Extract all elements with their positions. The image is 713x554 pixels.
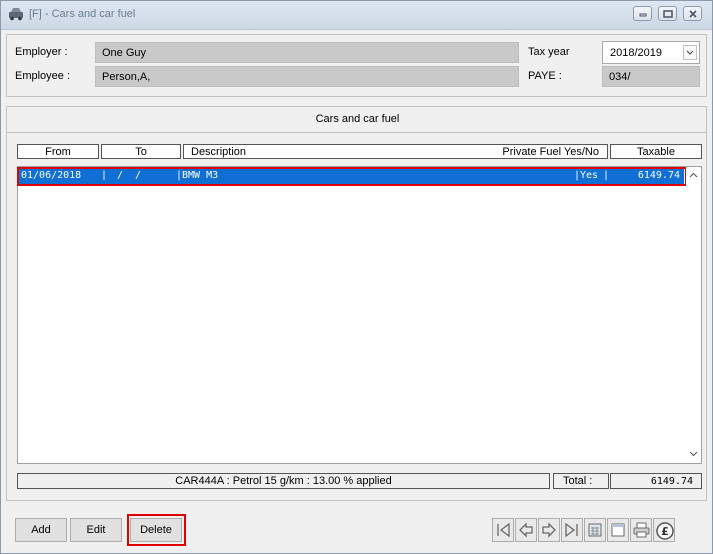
maximize-button[interactable]	[658, 6, 677, 21]
paye-label: PAYE :	[528, 70, 562, 82]
cars-window: [F] - Cars and car fuel Employer : One G…	[0, 0, 713, 554]
column-header-to[interactable]: To	[101, 144, 181, 159]
first-record-icon	[497, 522, 510, 538]
print-icon	[633, 522, 650, 538]
chevron-down-icon[interactable]	[683, 45, 697, 60]
column-header-description-label: Description	[191, 146, 247, 158]
employer-field: One Guy	[95, 42, 519, 63]
minimize-button[interactable]	[633, 6, 652, 21]
first-record-button[interactable]	[492, 518, 514, 542]
tax-year-value: 2018/2019	[610, 47, 662, 59]
divider	[7, 132, 706, 133]
column-header-private-fuel[interactable]: Private Fuel Yes/No	[502, 146, 599, 158]
title-bar[interactable]: [F] - Cars and car fuel	[1, 1, 712, 30]
total-label: Total :	[553, 473, 609, 489]
total-value: 6149.74	[610, 473, 702, 489]
employee-field: Person,A,	[95, 66, 519, 87]
row-highlight	[17, 167, 687, 186]
maximize-icon	[663, 10, 673, 18]
car-icon	[9, 8, 23, 21]
pound-button[interactable]: £	[653, 518, 675, 542]
last-record-icon	[565, 522, 578, 538]
minimize-icon	[639, 13, 647, 17]
chevron-down-icon[interactable]	[689, 451, 698, 457]
chevron-up-icon[interactable]	[689, 172, 698, 178]
window-title: [F] - Cars and car fuel	[29, 8, 136, 20]
previous-record-icon	[519, 522, 533, 538]
pound-icon: £	[656, 522, 674, 540]
employer-label: Employer :	[15, 46, 68, 58]
delete-highlight	[127, 514, 186, 546]
last-record-button[interactable]	[561, 518, 583, 542]
close-button[interactable]	[683, 6, 702, 21]
paye-field: 034/	[602, 66, 700, 87]
edit-button[interactable]: Edit	[70, 518, 122, 542]
svg-text:£: £	[661, 525, 669, 538]
notes-button[interactable]	[607, 518, 629, 542]
car-summary: CAR444A : Petrol 15 g/km : 13.00 % appli…	[17, 473, 550, 489]
calculator-button[interactable]	[584, 518, 606, 542]
tax-year-label: Tax year	[528, 46, 570, 58]
next-record-icon	[542, 522, 556, 538]
cars-list[interactable]	[17, 166, 702, 464]
print-button[interactable]	[630, 518, 652, 542]
close-icon	[689, 10, 697, 18]
column-header-description[interactable]: Description Private Fuel Yes/No	[183, 144, 608, 159]
tax-year-select[interactable]: 2018/2019	[602, 41, 700, 64]
vertical-scrollbar[interactable]	[686, 167, 701, 463]
add-button[interactable]: Add	[15, 518, 67, 542]
next-record-button[interactable]	[538, 518, 560, 542]
notes-icon	[611, 523, 625, 537]
column-header-taxable[interactable]: Taxable	[610, 144, 702, 159]
calculator-icon	[588, 523, 602, 537]
section-title: Cars and car fuel	[315, 113, 400, 125]
employee-label: Employee :	[15, 70, 71, 82]
column-header-from[interactable]: From	[17, 144, 99, 159]
previous-record-button[interactable]	[515, 518, 537, 542]
